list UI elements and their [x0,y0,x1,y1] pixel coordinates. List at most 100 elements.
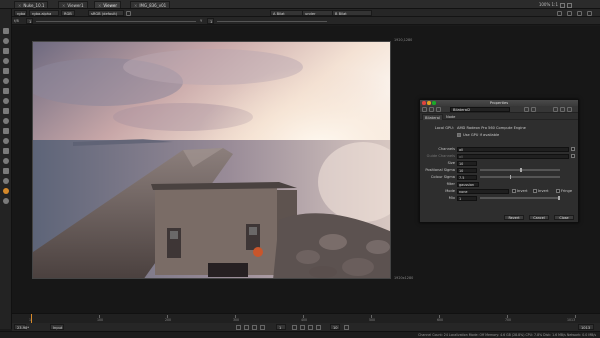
tab-node[interactable]: Node [444,114,457,120]
global-end-field[interactable]: 1013 [578,324,594,330]
channels-enable-checkbox[interactable] [571,147,575,151]
close-window-icon[interactable] [422,101,426,105]
play-forward-icon[interactable] [292,324,297,330]
channel-tool-icon[interactable] [2,57,10,64]
minimize-window-icon[interactable] [427,101,431,105]
slider-knob[interactable] [558,196,560,200]
revert-button[interactable]: Revert [504,215,524,220]
deep-tool-icon[interactable] [2,157,10,164]
fringe-checkbox[interactable] [556,189,560,193]
gain-field[interactable]: 1 [26,18,33,24]
color-tool-icon[interactable] [2,67,10,74]
timeline[interactable]: 1 100 200 300 400 500 600 700 1013 [12,313,600,324]
step-field[interactable]: 10 [330,324,340,330]
fps-field[interactable]: 23.98* [14,324,29,330]
prev-frame-icon[interactable] [252,324,257,330]
node-color-icon[interactable] [422,107,427,112]
viewer-toolbar: rgba rgba.alpha RGB sRGB (default) A Bil… [12,9,600,17]
colour-sigma-field[interactable]: 7.5 [457,174,477,180]
close-icon[interactable]: × [18,3,21,8]
cancel-button[interactable]: Cancel [529,215,549,220]
settings-icon[interactable] [587,10,592,16]
slider-knob[interactable] [520,168,522,172]
guide-enable-checkbox[interactable] [571,154,575,158]
colour-sigma-slider[interactable] [480,175,560,179]
panel-close-icon[interactable] [567,107,572,112]
help-icon[interactable] [436,107,441,112]
invert-checkbox-2[interactable] [533,189,537,193]
lut-options-icon[interactable] [126,10,131,16]
loop-icon[interactable] [344,324,349,330]
time-tool-icon[interactable] [2,47,10,54]
positional-sigma-slider[interactable] [480,168,560,172]
fullscreen-icon[interactable] [567,2,572,8]
3d-tool-icon[interactable] [2,117,10,124]
merge-tool-icon[interactable] [2,97,10,104]
roi-icon[interactable] [560,2,565,8]
mix-field[interactable]: 1 [457,195,477,201]
gain-slider[interactable] [36,20,196,22]
zoom-readout[interactable]: 100% 1:1 [539,1,572,8]
views-tool-icon[interactable] [2,127,10,134]
next-frame-icon[interactable] [300,324,305,330]
lut-dropdown[interactable]: sRGB (default) [88,10,124,16]
preset-icon[interactable] [560,107,565,112]
region-icon[interactable] [577,10,582,16]
plugin-tool-icon[interactable] [2,197,10,204]
metadata-tool-icon[interactable] [2,137,10,144]
close-icon[interactable]: × [134,3,137,8]
input-b-dropdown[interactable]: B Bilat [332,10,372,16]
guide-channels-dropdown[interactable]: all [457,153,569,159]
use-gpu-checkbox[interactable] [457,133,461,137]
float-panel-icon[interactable] [553,107,558,112]
current-frame-field[interactable]: 1 [276,324,286,330]
first-frame-icon[interactable] [236,324,241,330]
search-icon[interactable] [524,107,529,112]
play-backward-icon[interactable] [260,324,265,330]
draw-tool-icon[interactable] [2,37,10,44]
keyer-tool-icon[interactable] [2,87,10,94]
tab-bilateral[interactable]: Bilateral [422,114,443,120]
image-tool-icon[interactable] [2,27,10,34]
other-tool-icon[interactable] [2,177,10,184]
tab-image[interactable]: × IMG_836_v01 [130,1,171,8]
close-button[interactable]: Close [554,215,574,220]
layer-dropdown[interactable]: rgba [14,10,27,16]
tab-nuke[interactable]: × Nuke_10.1 [14,1,49,8]
furnace-tool-icon[interactable] [2,187,10,194]
close-icon[interactable]: × [62,3,65,8]
mode-dropdown[interactable]: none [457,188,509,194]
properties-tabs: Bilateral Node [420,113,578,120]
gamma-slider[interactable] [217,20,327,22]
node-name-field[interactable]: Bilateral2 [450,107,510,112]
slider-knob[interactable] [509,175,512,179]
timeline-end-label: 1013 [567,318,576,322]
positional-sigma-field[interactable]: 10 [457,167,477,173]
mix-slider[interactable] [480,196,560,200]
close-icon[interactable]: × [98,3,101,8]
tab-viewer[interactable]: × Viewer [94,1,121,8]
channel-dropdown[interactable]: rgba.alpha [29,10,59,16]
tab-viewer1[interactable]: × Viewer1 [58,1,88,8]
zoom-window-icon[interactable] [432,101,436,105]
lock-icon[interactable] [557,10,562,16]
proxy-icon[interactable] [567,10,572,16]
gamma-field[interactable]: 1 [207,18,214,24]
size-field[interactable]: 10 [457,160,477,166]
transform-tool-icon[interactable] [2,107,10,114]
particles-tool-icon[interactable] [2,147,10,154]
colorspace-dropdown[interactable]: RGB [61,10,75,16]
undo-icon[interactable] [531,107,536,112]
filter-tool-icon[interactable] [2,77,10,84]
prev-keyframe-icon[interactable] [244,324,249,330]
channels-dropdown[interactable]: all [457,146,569,152]
next-keyframe-icon[interactable] [308,324,313,330]
last-frame-icon[interactable] [316,324,321,330]
invert-checkbox-1[interactable] [512,189,516,193]
mode-label: Mode [445,189,455,193]
toolsets-tool-icon[interactable] [2,167,10,174]
timeline-tick-label: 300 [233,318,240,322]
filter-dropdown[interactable]: gaussian [457,181,479,187]
range-dropdown[interactable]: Input [50,324,64,330]
center-node-icon[interactable] [429,107,434,112]
